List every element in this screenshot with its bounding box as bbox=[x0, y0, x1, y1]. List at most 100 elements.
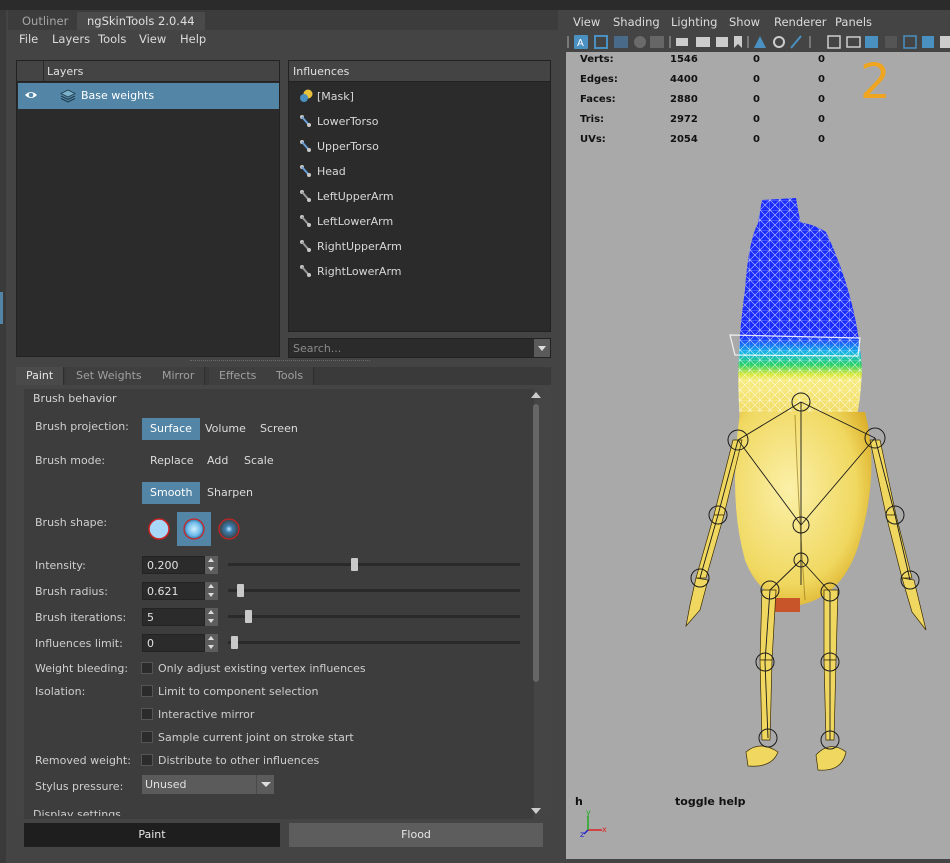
shadows-icon[interactable] bbox=[885, 36, 897, 48]
weight-bleeding-checkbox[interactable] bbox=[141, 662, 153, 674]
brush-iterations-field[interactable]: 5 bbox=[142, 608, 205, 626]
layer-row[interactable]: Base weights bbox=[18, 83, 279, 109]
settings-scrollbar[interactable] bbox=[531, 392, 541, 814]
influences-limit-slider[interactable] bbox=[228, 636, 520, 649]
scroll-down-arrow[interactable] bbox=[531, 808, 541, 814]
brush-iterations-slider[interactable] bbox=[228, 610, 520, 623]
slider-thumb[interactable] bbox=[245, 610, 253, 623]
wireframe-icon[interactable] bbox=[827, 35, 841, 49]
xray-icon[interactable] bbox=[903, 35, 917, 49]
interactive-mirror-checkbox[interactable] bbox=[141, 708, 153, 720]
isolation-label: Isolation: bbox=[35, 685, 86, 698]
move-icon[interactable] bbox=[773, 36, 785, 48]
brush-shape-gaussian-button[interactable] bbox=[212, 512, 246, 546]
limit-to-component-checkbox[interactable] bbox=[141, 685, 153, 697]
hud-tris-uv: 0 bbox=[818, 114, 825, 125]
tab-ngskintools[interactable]: ngSkinTools 2.0.44 bbox=[77, 12, 205, 30]
brush-iterations-spinner[interactable] bbox=[205, 608, 218, 626]
menu-layers[interactable]: Layers bbox=[52, 32, 90, 46]
paint-button[interactable]: Paint bbox=[24, 823, 280, 847]
snap-icon[interactable] bbox=[754, 36, 766, 48]
intensity-label: Intensity: bbox=[35, 559, 86, 572]
chevron-down-icon[interactable] bbox=[256, 775, 274, 794]
tab-set-weights[interactable]: Set Weights bbox=[66, 367, 153, 385]
tab-effects[interactable]: Effects bbox=[209, 367, 268, 385]
tab-mirror[interactable]: Mirror bbox=[152, 367, 206, 385]
menu-file[interactable]: File bbox=[19, 32, 38, 46]
stylus-pressure-select[interactable]: Unused bbox=[142, 775, 274, 794]
search-dropdown-button[interactable] bbox=[534, 339, 550, 357]
hud-edges-label: Edges: bbox=[580, 74, 618, 85]
tab-outliner[interactable]: Outliner bbox=[12, 12, 78, 30]
brush-radius-field[interactable]: 0.621 bbox=[142, 582, 205, 600]
tab-paint[interactable]: Paint bbox=[16, 367, 65, 385]
svg-text:A: A bbox=[577, 38, 584, 49]
mode-sharpen-button[interactable]: Sharpen bbox=[199, 482, 261, 504]
brush-soft-icon bbox=[183, 518, 205, 540]
menu-tools[interactable]: Tools bbox=[98, 32, 126, 46]
mode-replace-button[interactable]: Replace bbox=[142, 450, 202, 472]
projection-surface-button[interactable]: Surface bbox=[142, 418, 200, 440]
brush-mode-label: Brush mode: bbox=[35, 454, 106, 467]
brush-shape-solid-button[interactable] bbox=[142, 512, 176, 546]
camera-icon[interactable] bbox=[676, 38, 688, 46]
influences-limit-spinner[interactable] bbox=[205, 634, 218, 652]
viewport-menu-view[interactable]: View bbox=[573, 15, 600, 29]
brush-shape-soft-button[interactable] bbox=[177, 512, 211, 546]
flood-button[interactable]: Flood bbox=[289, 823, 543, 847]
tab-tools[interactable]: Tools bbox=[266, 367, 315, 385]
3d-viewport[interactable]: x y z bbox=[566, 52, 950, 859]
influences-limit-field[interactable]: 0 bbox=[142, 634, 205, 652]
influence-label: [Mask] bbox=[317, 90, 354, 103]
frame-icon[interactable] bbox=[594, 35, 608, 49]
intensity-spinner[interactable] bbox=[205, 556, 218, 574]
film-camera-icon[interactable] bbox=[696, 37, 710, 47]
scroll-handle[interactable] bbox=[533, 404, 539, 682]
influences-header: Influences bbox=[289, 61, 550, 82]
grid-view-icon[interactable] bbox=[614, 36, 628, 48]
scroll-up-arrow[interactable] bbox=[531, 392, 541, 398]
smooth-shade-icon[interactable] bbox=[865, 36, 878, 48]
viewport-menu-renderer[interactable]: Renderer bbox=[774, 15, 827, 29]
mode-scale-button[interactable]: Scale bbox=[236, 450, 282, 472]
mode-add-button[interactable]: Add bbox=[199, 450, 236, 472]
sample-joint-checkbox[interactable] bbox=[141, 731, 153, 743]
resolution-gate-icon[interactable] bbox=[846, 36, 861, 48]
intensity-field[interactable]: 0.200 bbox=[142, 556, 205, 574]
distribute-weight-checkbox[interactable] bbox=[141, 754, 153, 766]
intensity-slider[interactable] bbox=[228, 558, 520, 571]
mode-smooth-button[interactable]: Smooth bbox=[142, 482, 201, 504]
influences-limit-label: Influences limit: bbox=[35, 637, 123, 650]
brush-solid-icon bbox=[148, 518, 170, 540]
brush-radius-spinner[interactable] bbox=[205, 582, 218, 600]
menu-view[interactable]: View bbox=[139, 32, 166, 46]
search-input[interactable] bbox=[289, 339, 533, 357]
slider-thumb[interactable] bbox=[236, 584, 244, 597]
brush-radius-slider[interactable] bbox=[228, 584, 520, 597]
flag-icon[interactable] bbox=[734, 36, 742, 48]
slider-thumb[interactable] bbox=[231, 636, 238, 649]
hud-verts-label: Verts: bbox=[580, 54, 614, 65]
bookmark-icon[interactable] bbox=[716, 37, 728, 47]
slider-thumb[interactable] bbox=[350, 558, 358, 571]
image-plane-icon[interactable] bbox=[922, 36, 934, 48]
panel-splitter[interactable] bbox=[190, 360, 370, 364]
menu-bar: File Layers Tools View Help bbox=[8, 30, 560, 50]
menu-help[interactable]: Help bbox=[180, 32, 206, 46]
viewport-menu-show[interactable]: Show bbox=[729, 15, 760, 29]
texture-icon[interactable] bbox=[650, 36, 664, 48]
axis-gizmo: x y z bbox=[580, 808, 607, 838]
influence-search bbox=[288, 338, 551, 358]
viewport-menu-lighting[interactable]: Lighting bbox=[671, 15, 717, 29]
projection-volume-button[interactable]: Volume bbox=[197, 418, 254, 440]
shaded-icon[interactable] bbox=[634, 36, 646, 48]
influence-label: RightLowerArm bbox=[317, 265, 402, 278]
eye-icon[interactable] bbox=[24, 88, 38, 102]
text-icon[interactable] bbox=[940, 36, 950, 48]
pencil-icon[interactable] bbox=[790, 35, 802, 49]
weight-bleeding-label: Weight bleeding: bbox=[35, 662, 129, 675]
projection-screen-button[interactable]: Screen bbox=[252, 418, 306, 440]
viewport-menu-panels[interactable]: Panels bbox=[835, 15, 872, 29]
annotation-number: 2 bbox=[860, 54, 891, 110]
viewport-menu-shading[interactable]: Shading bbox=[613, 15, 660, 29]
